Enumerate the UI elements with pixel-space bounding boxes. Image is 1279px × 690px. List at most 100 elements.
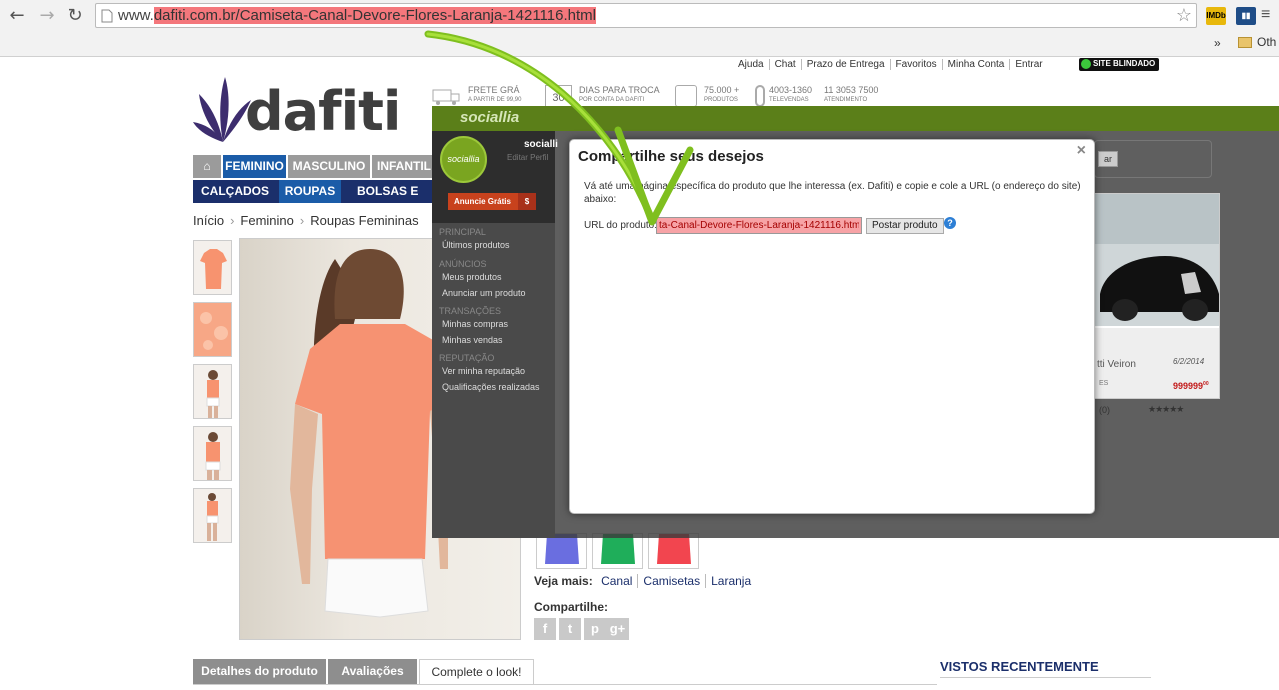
address-bar[interactable]: www.dafiti.com.br/Camiseta-Canal-Devore-… (95, 3, 1197, 28)
forward-arrow-icon[interactable]: → (36, 5, 58, 27)
site-blindado-label: SITE BLINDADO (1093, 59, 1156, 68)
card-title: tti Veiron (1097, 359, 1136, 370)
menu-header: TRANSAÇÕES (439, 306, 502, 316)
product-thumbnail[interactable] (193, 240, 232, 295)
top-link[interactable]: Minha Conta (942, 59, 1011, 70)
sociallia-logo[interactable]: sociallia (460, 109, 519, 126)
color-swatch-blue[interactable] (536, 533, 587, 569)
color-swatch-red[interactable] (648, 533, 699, 569)
feature-title: 11 3053 7500 (824, 85, 879, 95)
top-link[interactable]: Prazo de Entrega (801, 59, 891, 70)
vistos-recentemente-heading: VISTOS RECENTEMENTE (940, 659, 1099, 674)
url-text[interactable]: www.dafiti.com.br/Camiseta-Canal-Devore-… (118, 7, 596, 24)
home-icon[interactable]: ⌂ (193, 155, 221, 178)
product-thumbnail[interactable] (193, 302, 232, 357)
edit-profile-link[interactable]: Editar Perfil (507, 153, 548, 162)
menu-icon[interactable]: ≡ (1261, 6, 1277, 24)
price-value: 999999 (1173, 381, 1204, 391)
nav-feminino[interactable]: FEMININO (223, 155, 286, 178)
anuncie-label: Anuncie Grátis (454, 197, 511, 206)
imdb-extension-icon[interactable]: IMDb (1206, 7, 1226, 25)
tab-divider (193, 684, 937, 685)
top-link[interactable]: Favoritos (890, 59, 943, 70)
feature-sub: ATENDIMENTO (824, 97, 868, 103)
menu-item[interactable]: Minhas vendas (442, 335, 503, 345)
menu-item[interactable]: Últimos produtos (442, 240, 510, 250)
color-swatch-green[interactable] (592, 533, 643, 569)
product-thumbnail[interactable] (193, 488, 232, 543)
back-arrow-icon[interactable]: ← (6, 5, 28, 27)
close-icon[interactable]: × (1077, 142, 1086, 160)
subnav-bolsas[interactable]: BOLSAS E ACE (343, 180, 443, 221)
bookmarks-bar: » Oth (0, 32, 1279, 56)
reload-icon[interactable]: ↻ (64, 5, 86, 27)
veja-mais-link[interactable]: Camisetas (638, 574, 707, 588)
chevron-right-icon: › (230, 213, 235, 228)
truck-icon (432, 89, 460, 105)
veja-mais-label: Veja mais: (534, 574, 593, 588)
sociallia-menu: PRINCIPAL Últimos produtos ANÚNCIOS Meus… (432, 223, 555, 538)
top-link[interactable]: Ajuda (733, 59, 770, 70)
product-thumbnail[interactable] (193, 364, 232, 419)
chart-extension-icon[interactable]: ▮▮ (1236, 7, 1256, 25)
search-panel: ar (1094, 140, 1212, 178)
product-thumbnail[interactable] (193, 426, 232, 481)
card-price: 99999900 (1173, 381, 1209, 391)
card-rating-count: (0) (1099, 405, 1110, 415)
top-link[interactable]: Entrar (1010, 59, 1047, 70)
site-blindado-badge[interactable]: SITE BLINDADO (1079, 58, 1160, 71)
twitter-icon[interactable]: t (559, 618, 581, 640)
other-bookmarks[interactable]: Oth (1257, 35, 1276, 49)
feature-sub: POR CONTA DA DAFITI (579, 97, 645, 103)
feature-title: FRETE GRÁ (468, 85, 520, 95)
feature-title: 75.000 + (704, 85, 740, 95)
card-location: ES (1099, 380, 1109, 387)
search-button[interactable]: ar (1098, 151, 1118, 167)
breadcrumb-item[interactable]: Início (193, 213, 224, 228)
veja-mais-link[interactable]: Canal (596, 574, 639, 588)
subnav-calcados[interactable]: CALÇADOS (193, 180, 277, 203)
feature-sub: TELEVENDAS (769, 97, 809, 103)
leaf-logo-icon (193, 77, 251, 142)
subnav-roupas[interactable]: ROUPAS (279, 180, 341, 203)
menu-header: ANÚNCIOS (439, 259, 487, 269)
sub-nav: CALÇADOS ROUPAS BOLSAS E ACE (193, 180, 443, 221)
nav-infantil[interactable]: INFANTIL (372, 155, 436, 178)
tab-detalhes[interactable]: Detalhes do produto (193, 659, 326, 684)
menu-item[interactable]: Meus produtos (442, 272, 502, 282)
feature-atendimento: 11 3053 7500 ATENDIMENTO (824, 85, 878, 105)
google-plus-icon[interactable]: g+ (606, 618, 629, 640)
feature-sub: PRODUTOS (704, 97, 738, 103)
menu-item[interactable]: Minhas compras (442, 319, 508, 329)
feature-frete: FRETE GRÁ A PARTIR DE 99,90 (432, 85, 521, 105)
hanger-icon (675, 85, 697, 107)
menu-item[interactable]: Anunciar um produto (442, 288, 526, 298)
help-icon[interactable]: ? (944, 217, 956, 229)
shield-icon (1081, 59, 1091, 69)
menu-item[interactable]: Ver minha reputação (442, 366, 525, 376)
rating-stars-icon: ★★★★★ (1148, 404, 1184, 414)
bookmark-star-icon[interactable]: ☆ (1176, 5, 1192, 26)
feature-produtos: 75.000 + PRODUTOS (675, 85, 740, 107)
anuncie-gratis-button[interactable]: Anuncie Grátis $ (448, 193, 536, 210)
product-url-input[interactable] (656, 217, 862, 234)
dafiti-logo[interactable]: dafiti (193, 72, 401, 152)
menu-item[interactable]: Qualificações realizadas (442, 382, 540, 392)
tab-avaliacoes[interactable]: Avaliações (328, 659, 417, 684)
pinterest-icon[interactable]: p (584, 618, 606, 640)
breadcrumb-item[interactable]: Feminino (240, 213, 293, 228)
nav-masculino[interactable]: MASCULINO (288, 155, 370, 178)
avatar[interactable]: sociallia (440, 136, 487, 183)
facebook-icon[interactable]: f (534, 618, 556, 640)
folder-icon (1238, 37, 1252, 48)
vistos-divider (940, 677, 1151, 678)
veja-mais: Veja mais: Canal Camisetas Laranja (534, 574, 756, 588)
bookmarks-more[interactable]: » (1214, 36, 1221, 50)
breadcrumb-item[interactable]: Roupas Femininas (310, 213, 418, 228)
tab-complete-look[interactable]: Complete o look! (419, 659, 534, 684)
veja-mais-link[interactable]: Laranja (706, 574, 756, 588)
feature-title: DIAS PARA TROCA (579, 85, 660, 95)
breadcrumb: Início › Feminino › Roupas Femininas (193, 213, 419, 228)
post-product-button[interactable]: Postar produto (866, 218, 944, 234)
top-link[interactable]: Chat (769, 59, 802, 70)
